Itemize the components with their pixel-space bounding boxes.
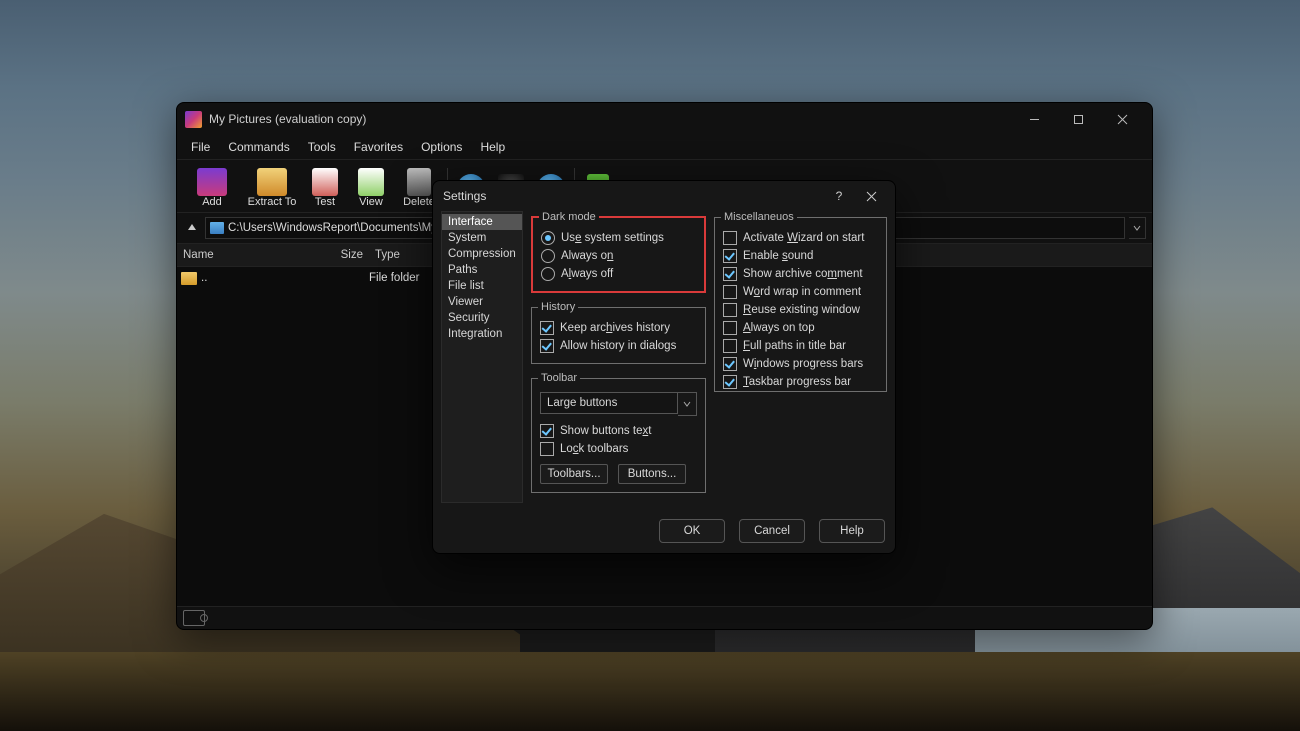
checkbox-icon bbox=[723, 249, 737, 263]
checkbox-icon bbox=[723, 285, 737, 299]
misc-legend: Miscellaneuos bbox=[721, 211, 797, 223]
app-icon bbox=[185, 111, 202, 128]
close-button[interactable] bbox=[855, 183, 887, 209]
titlebar[interactable]: My Pictures (evaluation copy) bbox=[177, 103, 1152, 135]
menu-commands[interactable]: Commands bbox=[220, 138, 297, 156]
maximize-button[interactable] bbox=[1056, 104, 1100, 134]
menubar: File Commands Tools Favorites Options He… bbox=[177, 135, 1152, 160]
toolbar-option[interactable]: Lock toolbars bbox=[540, 440, 697, 458]
misc-option[interactable]: Enable sound bbox=[723, 247, 878, 265]
address-dropdown[interactable] bbox=[1129, 217, 1146, 239]
checkbox-icon bbox=[723, 339, 737, 353]
category-file-list[interactable]: File list bbox=[442, 278, 522, 294]
checkbox-icon bbox=[540, 442, 554, 456]
misc-group: Miscellaneuos Activate Wizard on startEn… bbox=[714, 211, 887, 392]
category-list[interactable]: Interface System Compression Paths File … bbox=[441, 211, 523, 503]
menu-tools[interactable]: Tools bbox=[300, 138, 344, 156]
dark-mode-option[interactable]: Always off bbox=[541, 265, 696, 283]
radio-icon bbox=[541, 267, 555, 281]
col-name[interactable]: Name bbox=[177, 249, 323, 261]
checkbox-icon bbox=[540, 339, 554, 353]
menu-help[interactable]: Help bbox=[472, 138, 513, 156]
misc-option[interactable]: Windows progress bars bbox=[723, 355, 878, 373]
toolbar-option[interactable]: Show buttons text bbox=[540, 422, 697, 440]
minimize-button[interactable] bbox=[1012, 104, 1056, 134]
misc-option[interactable]: Full paths in title bar bbox=[723, 337, 878, 355]
history-option[interactable]: Allow history in dialogs bbox=[540, 337, 697, 355]
checkbox-icon bbox=[723, 303, 737, 317]
help-dialog-button[interactable]: Help bbox=[819, 519, 885, 543]
ok-button[interactable]: OK bbox=[659, 519, 725, 543]
help-button[interactable]: ? bbox=[823, 183, 855, 209]
dark-mode-option[interactable]: Use system settings bbox=[541, 229, 696, 247]
menu-file[interactable]: File bbox=[183, 138, 218, 156]
toolbar-add[interactable]: Add bbox=[185, 167, 239, 208]
status-icon bbox=[183, 610, 205, 626]
misc-option[interactable]: Show archive comment bbox=[723, 265, 878, 283]
folder-icon bbox=[210, 222, 224, 234]
checkbox-icon bbox=[723, 375, 737, 389]
statusbar bbox=[177, 606, 1152, 629]
checkbox-icon bbox=[723, 357, 737, 371]
misc-option[interactable]: Activate Wizard on start bbox=[723, 229, 878, 247]
col-size[interactable]: Size bbox=[323, 249, 369, 261]
toolbars-button[interactable]: Toolbars... bbox=[540, 464, 608, 484]
category-compression[interactable]: Compression bbox=[442, 246, 522, 262]
category-viewer[interactable]: Viewer bbox=[442, 294, 522, 310]
category-integration[interactable]: Integration bbox=[442, 326, 522, 342]
misc-option[interactable]: Always on top bbox=[723, 319, 878, 337]
cancel-button[interactable]: Cancel bbox=[739, 519, 805, 543]
toolbar-size-combo[interactable]: Large buttons bbox=[540, 392, 678, 414]
dialog-title: Settings bbox=[443, 189, 486, 203]
category-paths[interactable]: Paths bbox=[442, 262, 522, 278]
radio-icon bbox=[541, 231, 555, 245]
dark-mode-option[interactable]: Always on bbox=[541, 247, 696, 265]
dialog-titlebar[interactable]: Settings ? bbox=[433, 181, 895, 211]
menu-favorites[interactable]: Favorites bbox=[346, 138, 411, 156]
dark-mode-group: Dark mode Use system settingsAlways onAl… bbox=[531, 211, 706, 293]
history-legend: History bbox=[538, 301, 578, 313]
category-system[interactable]: System bbox=[442, 230, 522, 246]
toolbar-extract-to[interactable]: Extract To bbox=[245, 167, 299, 208]
checkbox-icon bbox=[540, 321, 554, 335]
category-security[interactable]: Security bbox=[442, 310, 522, 326]
toolbar-view[interactable]: View bbox=[351, 167, 391, 208]
misc-option[interactable]: Reuse existing window bbox=[723, 301, 878, 319]
menu-options[interactable]: Options bbox=[413, 138, 470, 156]
radio-icon bbox=[541, 249, 555, 263]
misc-option[interactable]: Word wrap in comment bbox=[723, 283, 878, 301]
settings-dialog: Settings ? Interface System Compression … bbox=[432, 180, 896, 554]
dialog-buttons: OK Cancel Help bbox=[433, 509, 895, 553]
checkbox-icon bbox=[540, 424, 554, 438]
checkbox-icon bbox=[723, 321, 737, 335]
buttons-button[interactable]: Buttons... bbox=[618, 464, 686, 484]
close-button[interactable] bbox=[1100, 104, 1144, 134]
history-group: History Keep archives historyAllow histo… bbox=[531, 301, 706, 364]
history-option[interactable]: Keep archives history bbox=[540, 319, 697, 337]
window-title: My Pictures (evaluation copy) bbox=[209, 112, 366, 126]
dark-mode-legend: Dark mode bbox=[539, 211, 599, 223]
up-button[interactable] bbox=[183, 219, 201, 237]
combo-dropdown[interactable] bbox=[678, 392, 697, 416]
category-interface[interactable]: Interface bbox=[442, 214, 522, 230]
toolbar-legend: Toolbar bbox=[538, 372, 580, 384]
misc-option[interactable]: Taskbar progress bar bbox=[723, 373, 878, 391]
folder-icon bbox=[181, 272, 197, 285]
checkbox-icon bbox=[723, 267, 737, 281]
toolbar-test[interactable]: Test bbox=[305, 167, 345, 208]
toolbar-group: Toolbar Large buttons Show buttons textL… bbox=[531, 372, 706, 493]
checkbox-icon bbox=[723, 231, 737, 245]
